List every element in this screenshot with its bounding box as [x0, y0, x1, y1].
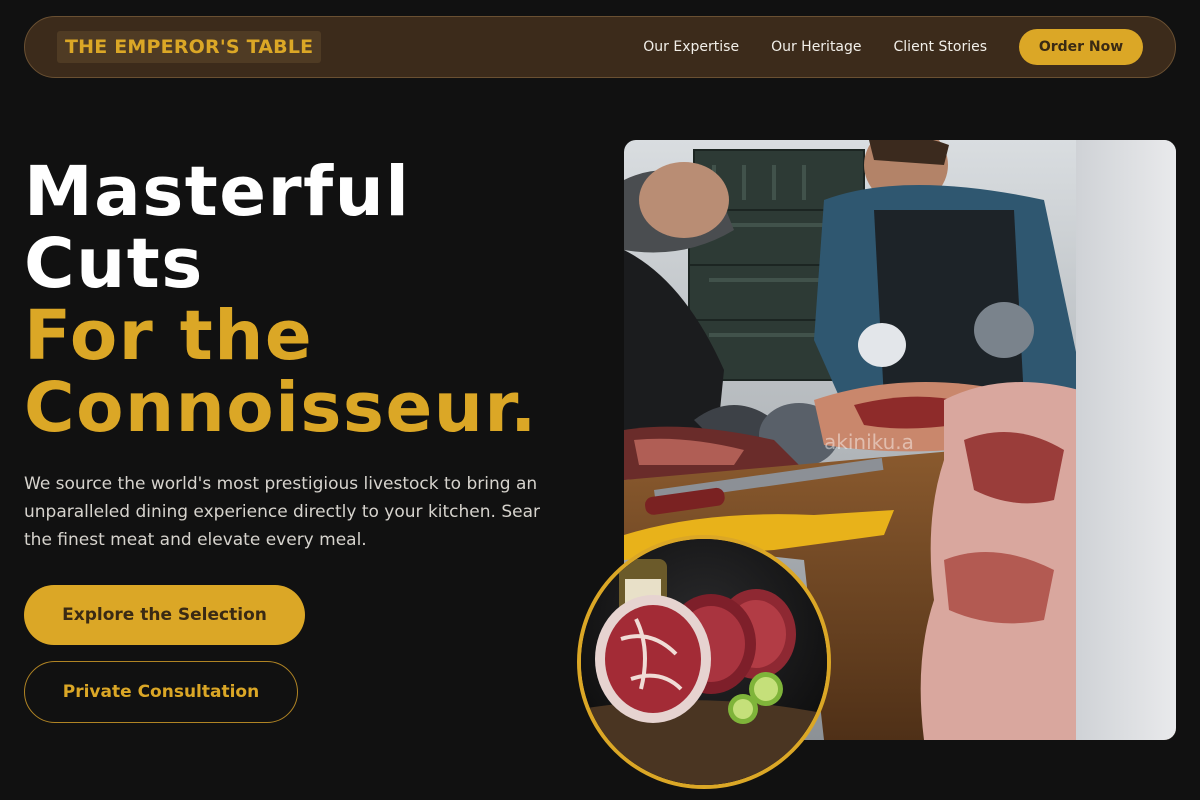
top-navigation: THE EMPEROR'S TABLE Our Expertise Our He…	[24, 16, 1176, 78]
landing-page: THE EMPEROR'S TABLE Our Expertise Our He…	[0, 0, 1200, 800]
order-now-button[interactable]: Order Now	[1019, 29, 1143, 65]
hero-title-line-4: Connoisseur.	[24, 368, 538, 448]
photo-watermark: akiniku.a	[824, 430, 914, 454]
hero-title: Masterful Cuts For the Connoisseur.	[24, 156, 538, 444]
hero-title-line-2: Cuts	[24, 224, 204, 304]
hero-title-line-3: For the	[24, 296, 314, 376]
nav-link-our-expertise[interactable]: Our Expertise	[643, 39, 739, 55]
hero-title-line-1: Masterful	[24, 152, 411, 232]
nav-link-client-stories[interactable]: Client Stories	[894, 39, 987, 55]
explore-selection-button[interactable]: Explore the Selection	[24, 585, 305, 645]
steak-photo	[577, 535, 831, 789]
nav-link-our-heritage[interactable]: Our Heritage	[771, 39, 861, 55]
hero-description: We source the world's most prestigious l…	[24, 474, 540, 550]
nav-links: Our Expertise Our Heritage Client Storie…	[643, 29, 1143, 65]
brand-logo[interactable]: THE EMPEROR'S TABLE	[57, 31, 322, 63]
private-consultation-button[interactable]: Private Consultation	[24, 661, 298, 723]
